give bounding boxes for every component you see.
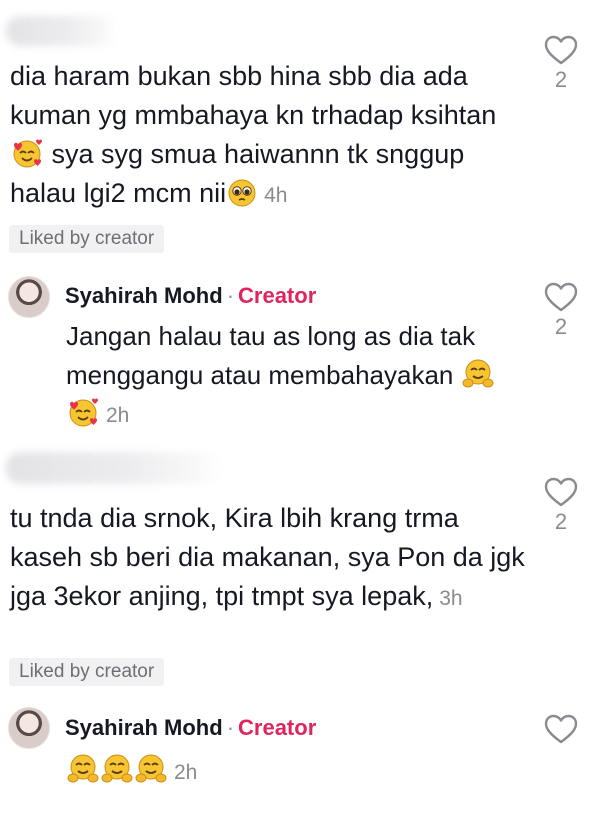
heart-outline-icon <box>544 714 578 744</box>
like-button[interactable]: 2 <box>541 35 581 93</box>
reply-text: 2h <box>66 751 506 793</box>
reply-author-name[interactable]: Syahirah Mohd <box>65 715 223 740</box>
creator-badge: Creator <box>238 715 317 740</box>
separator-dot: · <box>226 715 235 740</box>
smiling-hearts-emoji <box>69 398 98 427</box>
reply-text: Jangan halau tau as long as dia tak meng… <box>66 317 506 436</box>
reply-header: Syahirah Mohd · Creator <box>65 282 316 310</box>
avatar[interactable] <box>8 276 50 318</box>
heart-outline-icon <box>544 477 578 507</box>
comment-timestamp: 4h <box>264 184 288 207</box>
like-button[interactable] <box>541 714 581 744</box>
like-count: 2 <box>554 509 568 534</box>
comment-text: dia haram bukan sbb hina sbb dia ada kum… <box>10 61 497 208</box>
reply-timestamp: 2h <box>174 761 198 784</box>
hugging-face-emoji <box>462 359 494 387</box>
pleading-face-emoji <box>228 179 256 207</box>
creator-badge: Creator <box>238 283 317 308</box>
reply-header: Syahirah Mohd · Creator <box>65 714 316 742</box>
like-button[interactable]: 2 <box>541 477 581 535</box>
hugging-face-emoji <box>67 754 99 783</box>
liked-by-creator-badge: Liked by creator <box>9 225 165 253</box>
avatar[interactable] <box>8 707 50 749</box>
like-count: 2 <box>554 314 568 339</box>
reply-timestamp: 2h <box>106 404 130 427</box>
hugging-face-emoji <box>101 754 133 783</box>
separator-dot: · <box>226 283 235 308</box>
heart-outline-icon <box>544 282 578 312</box>
comment-timestamp: 3h <box>439 587 463 610</box>
blurred-username <box>6 452 221 484</box>
smiling-hearts-emoji <box>13 139 42 168</box>
hugging-face-emoji <box>135 754 167 783</box>
heart-outline-icon <box>544 35 578 65</box>
like-count: 2 <box>554 67 568 92</box>
liked-by-creator-badge: Liked by creator <box>9 658 165 686</box>
comment-text: tu tnda dia srnok, Kira lbih krang trma … <box>10 503 525 611</box>
like-button[interactable]: 2 <box>541 282 581 340</box>
reply-author-name[interactable]: Syahirah Mohd <box>65 283 223 308</box>
blurred-username <box>6 16 118 46</box>
